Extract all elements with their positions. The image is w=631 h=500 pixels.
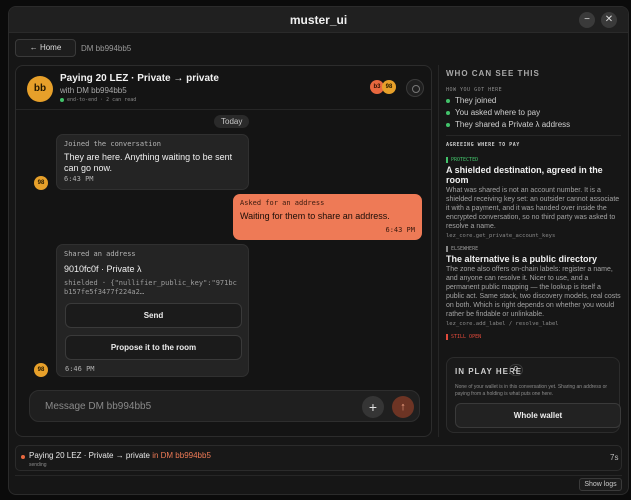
date-chip: Today bbox=[214, 115, 250, 128]
chat-header: bb Paying 20 LEZ · Private → private wit… bbox=[16, 66, 431, 110]
protected-tag: PROTECTED bbox=[446, 157, 621, 163]
history-item: They joined bbox=[446, 96, 621, 105]
address-summary: 9010fc0f · Private λ bbox=[64, 264, 142, 274]
conversation-avatar: bb bbox=[27, 76, 53, 102]
whole-wallet-button[interactable]: Whole wallet bbox=[455, 403, 621, 428]
activity-dot-icon bbox=[21, 455, 25, 459]
propose-to-room-button[interactable]: Propose it to the room bbox=[65, 335, 242, 360]
send-button[interactable]: Send bbox=[65, 303, 242, 328]
check-dot-icon bbox=[446, 110, 450, 115]
elsewhere-code: lez_core.add_label / resolve_label bbox=[446, 321, 559, 327]
sidebar-heading: WHO CAN SEE THIS bbox=[446, 69, 540, 78]
encryption-status: end-to-end · 2 can read bbox=[60, 97, 136, 103]
elsewhere-body: The zone also offers on-chain labels: re… bbox=[446, 266, 621, 318]
elsewhere-title: The alternative is a public directory bbox=[446, 254, 598, 264]
breadcrumb: DM bb994bb5 bbox=[81, 44, 132, 53]
app-window: muster_ui − ✕ ← Home DM bb994bb5 bb Payi… bbox=[8, 6, 629, 495]
conversation-title: Paying 20 LEZ · Private → private bbox=[60, 73, 219, 84]
message-time: 6:46 PM bbox=[65, 365, 95, 373]
home-button[interactable]: ← Home bbox=[15, 39, 76, 57]
message-bubble: Joined the conversation They are here. A… bbox=[56, 134, 249, 190]
minimize-button[interactable]: − bbox=[579, 12, 595, 28]
history-item: You asked where to pay bbox=[446, 108, 621, 117]
chat-panel: bb Paying 20 LEZ · Private → private wit… bbox=[15, 65, 432, 437]
message-bubble: Shared an address 9010fc0f · Private λ s… bbox=[56, 244, 249, 377]
send-message-button[interactable]: ↑ bbox=[392, 396, 414, 418]
activity-status-bar[interactable]: Paying 20 LEZ · Private → private in DM … bbox=[15, 445, 622, 471]
how-caption: HOW YOU GOT HERE bbox=[446, 87, 503, 93]
message-label: Asked for an address bbox=[240, 199, 325, 207]
divider bbox=[446, 135, 621, 136]
message-text: Waiting for them to share an address. bbox=[240, 211, 390, 221]
elsewhere-tag: ELSEWHERE bbox=[446, 246, 621, 252]
in-play-panel: IN PLAY HERE 0 None of your wallet is in… bbox=[446, 357, 621, 433]
protected-title: A shielded destination, agreed in the ro… bbox=[446, 165, 603, 185]
activity-title: Paying 20 LEZ · Private → private in DM … bbox=[29, 451, 211, 460]
address-key-line: shielded · {"nullifier_public_key":"971b… bbox=[64, 279, 237, 287]
message-composer[interactable]: Message DM bb994bb5 + ↑ bbox=[29, 390, 420, 422]
message-text: They are here. Anything waiting to be se… bbox=[64, 152, 233, 173]
secure-dot-icon bbox=[60, 97, 64, 102]
window-title: muster_ui bbox=[289, 13, 348, 27]
activity-state: sending bbox=[29, 462, 47, 468]
title-bar: muster_ui − ✕ bbox=[9, 7, 628, 33]
participant-avatar: 98 bbox=[382, 80, 396, 94]
visibility-scroll-area[interactable]: WHO CAN SEE THIS HOW YOU GOT HERE They j… bbox=[446, 67, 621, 349]
message-time: 6:43 PM bbox=[385, 226, 415, 234]
info-icon[interactable] bbox=[406, 79, 424, 97]
address-key-line: b157fe5f3477f224a2… bbox=[64, 288, 145, 296]
visibility-sidebar: WHO CAN SEE THIS HOW YOU GOT HERE They j… bbox=[438, 65, 622, 437]
show-logs-button[interactable]: Show logs bbox=[579, 478, 622, 491]
activity-elapsed: 7s bbox=[610, 453, 619, 462]
still-open-tag: STILL OPEN bbox=[446, 334, 621, 340]
message-label: Shared an address bbox=[64, 250, 136, 258]
protected-body: What was shared is not an account number… bbox=[446, 187, 620, 230]
check-dot-icon bbox=[446, 122, 450, 127]
message-bubble-outgoing: Asked for an address Waiting for them to… bbox=[233, 194, 422, 240]
agree-heading: AGREEING WHERE TO PAY bbox=[446, 142, 520, 148]
in-play-count: 0 bbox=[509, 364, 523, 376]
conversation-subtitle: with DM bb994bb5 bbox=[60, 86, 127, 95]
check-dot-icon bbox=[446, 98, 450, 103]
logs-bar: Show logs bbox=[15, 475, 622, 491]
message-label: Joined the conversation bbox=[64, 140, 161, 148]
history-item: They shared a Private λ address bbox=[446, 120, 621, 129]
close-button[interactable]: ✕ bbox=[601, 12, 617, 28]
sender-avatar: 98 bbox=[34, 176, 48, 190]
in-play-note: None of your wallet is in this conversat… bbox=[455, 384, 608, 397]
sender-avatar: 98 bbox=[34, 363, 48, 377]
message-input[interactable]: Message DM bb994bb5 bbox=[45, 401, 151, 412]
attach-button[interactable]: + bbox=[362, 396, 384, 418]
message-time: 6:43 PM bbox=[64, 175, 94, 183]
protected-code: lez_core.get_private_account_keys bbox=[446, 233, 556, 239]
